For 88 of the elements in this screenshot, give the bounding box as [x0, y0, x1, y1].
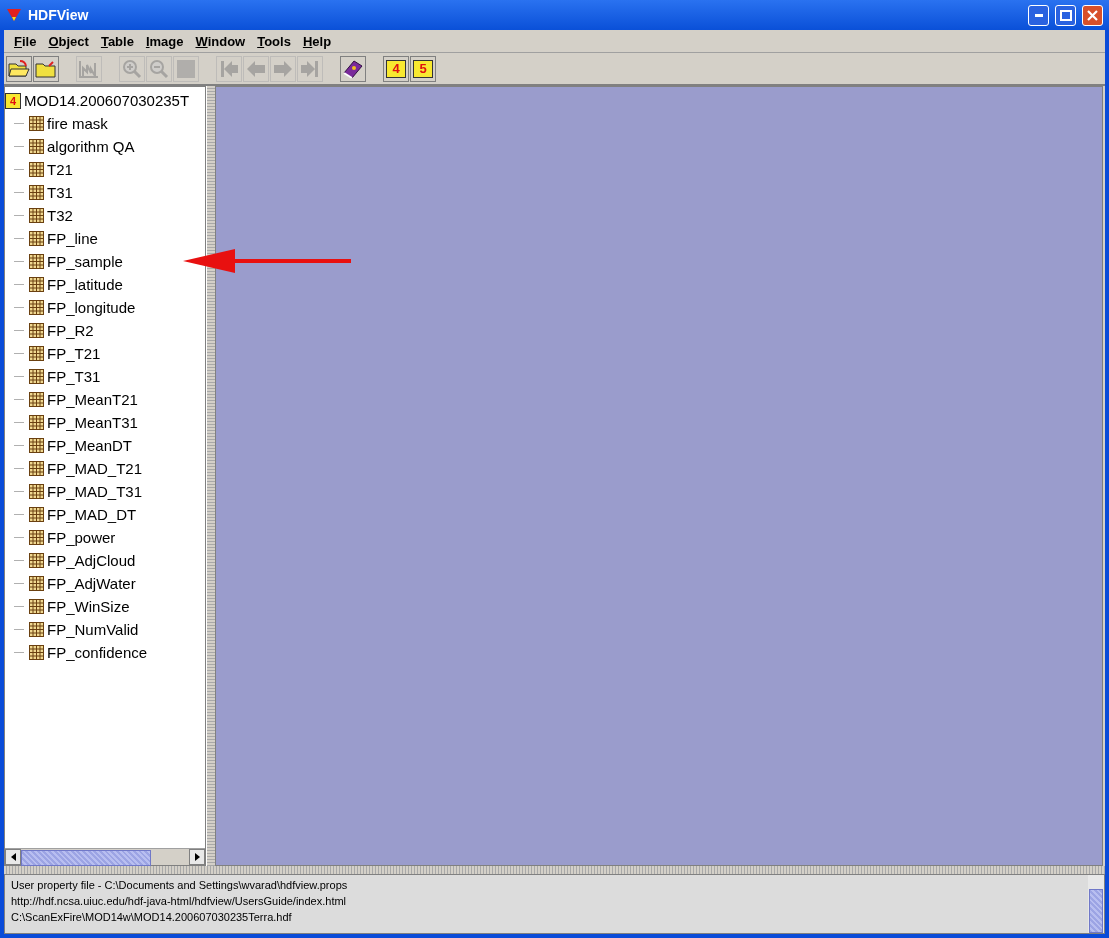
tree-item[interactable]: T21	[5, 158, 73, 181]
dataset-grid-icon	[29, 507, 44, 522]
zoom-in-icon	[122, 58, 142, 79]
toolbar-button[interactable]	[340, 55, 366, 82]
dataset-grid-icon	[29, 530, 44, 545]
window-title: HDFView	[28, 7, 90, 23]
log-line: http://hdf.ncsa.uiuc.edu/hdf-java-html/hdfview/UsersGuide/index.html	[11, 894, 348, 909]
tree-item[interactable]: FP_AdjWater	[5, 572, 136, 595]
tree-item[interactable]: FP_line	[5, 227, 98, 250]
tree-item[interactable]: FP_MeanT31	[5, 411, 138, 434]
menu-item[interactable]: Tools	[251, 33, 297, 49]
tree-item[interactable]: FP_MeanDT	[5, 434, 133, 457]
tree-item[interactable]: FP_WinSize	[5, 595, 130, 618]
horizontal-scrollbar[interactable]	[5, 848, 205, 865]
tree-item[interactable]: FP_longitude	[5, 296, 136, 319]
log-line: C:\ScanExFire\MOD14w\MOD14.200607030235Terra.hdf	[11, 910, 293, 925]
close-icon	[1087, 9, 1098, 21]
tree-item[interactable]: fire mask	[5, 112, 108, 135]
dataset-grid-icon	[29, 116, 44, 131]
dataset-grid-icon	[29, 277, 44, 292]
toolbar-button[interactable]: 5	[410, 55, 436, 82]
close-button[interactable]	[1082, 4, 1103, 26]
tree-root-item[interactable]: 4 MOD14.200607030235T	[5, 89, 190, 112]
dataset-grid-icon	[29, 392, 44, 407]
maximize-icon	[1059, 9, 1072, 21]
tree-item[interactable]: FP_sample	[5, 250, 123, 273]
tree-item[interactable]: FP_confidence	[5, 641, 148, 664]
open-folder-icon	[8, 59, 30, 78]
dataset-grid-icon	[29, 208, 44, 223]
tree-item[interactable]: algorithm QA	[5, 135, 135, 158]
folder-icon	[35, 59, 57, 78]
left-triangle-icon	[10, 853, 16, 861]
dataset-grid-icon	[29, 576, 44, 591]
dataset-grid-icon	[29, 461, 44, 476]
right-triangle-icon	[194, 853, 200, 861]
scroll-right-button[interactable]	[189, 849, 205, 865]
last-icon	[300, 59, 320, 78]
dataset-grid-icon	[29, 254, 44, 269]
book-icon	[342, 58, 364, 79]
right-arrow-icon	[273, 59, 293, 78]
dataset-grid-icon	[29, 438, 44, 453]
app-logo-icon	[6, 7, 22, 23]
dataset-grid-icon	[29, 484, 44, 499]
menu-item[interactable]: Image	[139, 33, 190, 49]
dataset-grid-icon	[29, 300, 44, 315]
chart-icon	[79, 59, 99, 78]
dataset-grid-icon	[29, 553, 44, 568]
tree-item[interactable]: T31	[5, 181, 73, 204]
tree-item[interactable]: FP_MeanT21	[5, 388, 138, 411]
left-arrow-icon	[246, 59, 266, 78]
zoom-out-icon	[149, 58, 169, 79]
toolbar-button[interactable]: 4	[383, 55, 409, 82]
dataset-grid-icon	[29, 622, 44, 637]
square-icon	[177, 59, 195, 78]
dataset-grid-icon	[29, 599, 44, 614]
dataset-grid-icon	[29, 139, 44, 154]
tree-item[interactable]: FP_AdjCloud	[5, 549, 136, 572]
tree-item[interactable]: FP_R2	[5, 319, 94, 342]
tree-item[interactable]: FP_MAD_T31	[5, 480, 143, 503]
first-icon	[219, 59, 239, 78]
tree-item[interactable]: FP_MAD_DT	[5, 503, 137, 526]
tree-item[interactable]: FP_MAD_T21	[5, 457, 143, 480]
menu-item[interactable]: Table	[94, 33, 140, 49]
dataset-grid-icon	[29, 185, 44, 200]
menu-item[interactable]: Help	[296, 33, 338, 49]
scroll-left-button[interactable]	[5, 849, 21, 865]
tree-item[interactable]: FP_T21	[5, 342, 101, 365]
maximize-button[interactable]	[1055, 4, 1076, 26]
tree-item[interactable]: FP_NumValid	[5, 618, 139, 641]
dataset-grid-icon	[29, 645, 44, 660]
menu-item[interactable]: File	[8, 33, 43, 49]
dataset-grid-icon	[29, 415, 44, 430]
toolbar-button[interactable]	[6, 55, 32, 82]
tree-item[interactable]: FP_power	[5, 526, 116, 549]
dataset-grid-icon	[29, 323, 44, 338]
dataset-grid-icon	[29, 346, 44, 361]
dataset-grid-icon	[29, 162, 44, 177]
menu-item[interactable]: Object	[42, 33, 95, 49]
tree-item[interactable]: FP_latitude	[5, 273, 123, 296]
minimize-button[interactable]	[1028, 4, 1049, 26]
vertical-scrollbar[interactable]	[1088, 875, 1104, 933]
log-line: User property file - C:\Documents and Settings\wvarad\hdfview.props	[11, 878, 349, 893]
menu-item[interactable]: Window	[189, 33, 252, 49]
dataset-grid-icon	[29, 369, 44, 384]
tree-item[interactable]: T32	[5, 204, 73, 227]
minimize-icon	[1034, 13, 1043, 17]
tree-item[interactable]: FP_T31	[5, 365, 101, 388]
dataset-grid-icon	[29, 231, 44, 246]
